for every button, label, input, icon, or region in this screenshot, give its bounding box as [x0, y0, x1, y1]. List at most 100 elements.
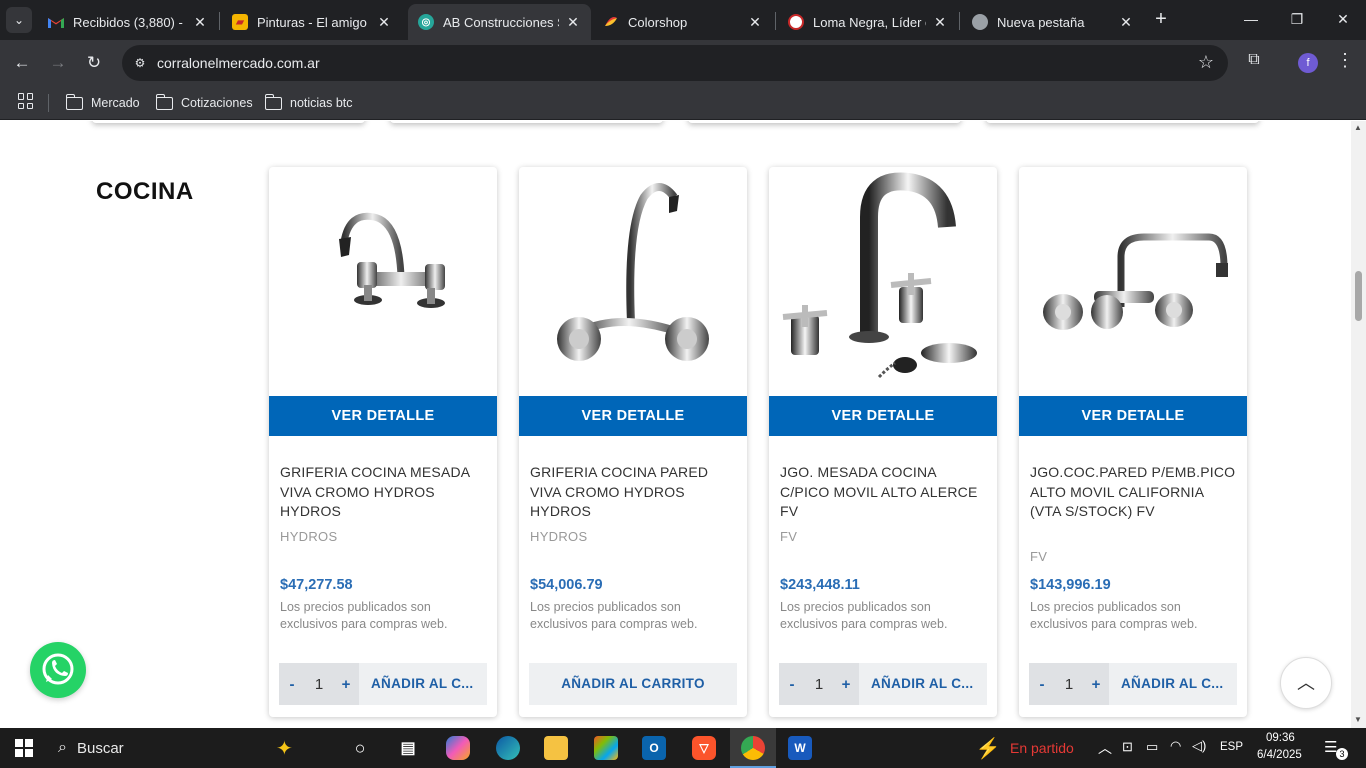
add-to-cart-button[interactable]: AÑADIR AL C... — [1121, 663, 1233, 705]
tab-pinturas[interactable]: ▰ Pinturas - El amigo ✕ — [222, 4, 402, 40]
globe-icon: ◎ — [418, 14, 434, 30]
decrease-quantity-button[interactable]: - — [1029, 676, 1055, 693]
edge-icon[interactable] — [496, 736, 520, 760]
profile-avatar[interactable]: f — [1298, 53, 1318, 73]
close-icon[interactable]: ✕ — [376, 14, 392, 31]
microsoft-store-icon[interactable] — [594, 736, 618, 760]
forward-button[interactable]: → — [46, 51, 70, 75]
close-icon[interactable]: ✕ — [1118, 14, 1134, 31]
bookmark-star-icon[interactable]: ☆ — [1198, 52, 1214, 73]
clock-time[interactable]: 09:36 — [1266, 732, 1295, 744]
tab-loma-negra[interactable]: Loma Negra, Líder en ✕ — [778, 4, 958, 40]
copilot-icon[interactable] — [446, 736, 470, 760]
meet-now-icon[interactable]: ⊡ — [1122, 739, 1133, 755]
battery-icon[interactable]: ▭ — [1146, 739, 1158, 755]
close-icon[interactable]: ✕ — [747, 14, 763, 31]
new-tab-button[interactable]: + — [1150, 8, 1172, 30]
decrease-quantity-button[interactable]: - — [779, 676, 805, 693]
increase-quantity-button[interactable]: + — [833, 676, 859, 693]
back-button[interactable]: ← — [10, 51, 34, 75]
close-icon[interactable]: ✕ — [565, 14, 581, 31]
add-to-cart-button[interactable]: AÑADIR AL CARRITO — [529, 663, 737, 705]
product-image[interactable] — [1019, 167, 1247, 396]
price-note: Los precios publicados son exclusivos pa… — [780, 600, 948, 631]
reload-button[interactable]: ↻ — [82, 51, 106, 75]
bookmark-cotizaciones[interactable]: Cotizaciones — [155, 93, 253, 113]
increase-quantity-button[interactable]: + — [1083, 676, 1109, 693]
increase-quantity-button[interactable]: + — [333, 676, 359, 693]
tab-gmail[interactable]: Recibidos (3,880) - fe ✕ — [38, 4, 218, 40]
add-to-cart-button[interactable]: AÑADIR AL C... — [871, 663, 983, 705]
product-image[interactable] — [519, 167, 747, 396]
ver-detalle-button[interactable]: VER DETALLE — [519, 396, 747, 436]
quantity-input[interactable]: 1 — [1055, 676, 1083, 693]
scroll-up-arrow[interactable]: ▲ — [1354, 123, 1362, 132]
windows-start-icon[interactable] — [12, 736, 36, 760]
scroll-down-arrow[interactable]: ▼ — [1354, 715, 1362, 724]
lomanegra-icon — [788, 14, 804, 30]
url-text[interactable]: corralonelmercado.com.ar — [157, 55, 320, 71]
tab-search-button[interactable]: ⌄ — [6, 7, 32, 33]
page-scrollbar[interactable]: ▲ ▼ — [1351, 121, 1366, 728]
clock-date[interactable]: 6/4/2025 — [1257, 749, 1302, 761]
tab-title: Loma Negra, Líder en — [813, 14, 926, 30]
product-name[interactable]: GRIFERIA COCINA PARED VIVA CROMO HYDROS … — [530, 463, 736, 522]
price-note: Los precios publicados son exclusivos pa… — [280, 600, 448, 631]
bookmark-mercado[interactable]: Mercado — [65, 93, 140, 113]
decrease-quantity-button[interactable]: - — [279, 676, 305, 693]
widgets-icon[interactable]: ▤ — [396, 736, 420, 760]
menu-icon[interactable]: ⋮ — [1336, 50, 1354, 71]
add-to-cart-button[interactable]: AÑADIR AL C... — [371, 663, 483, 705]
quantity-stepper: - 1 + — [779, 663, 859, 705]
task-view-icon[interactable]: ○ — [348, 736, 372, 760]
file-explorer-icon[interactable] — [544, 736, 568, 760]
brave-icon[interactable]: ▽ — [692, 736, 716, 760]
address-bar[interactable]: ⚙ corralonelmercado.com.ar ☆ — [122, 45, 1228, 81]
wifi-icon[interactable]: ◠ — [1170, 738, 1181, 754]
product-name[interactable]: JGO. MESADA COCINA C/PICO MOVIL ALTO ALE… — [780, 463, 986, 522]
ver-detalle-button[interactable]: VER DETALLE — [269, 396, 497, 436]
tab-colorshop[interactable]: Colorshop ✕ — [593, 4, 773, 40]
sports-score-icon[interactable]: ⚡ — [976, 736, 1001, 760]
taskbar-search[interactable]: ⌕ Buscar ✦ — [48, 728, 328, 768]
extensions-icon[interactable]: ⧉ — [1243, 51, 1265, 73]
product-price: $47,277.58 — [280, 577, 353, 593]
product-name[interactable]: GRIFERIA COCINA MESADA VIVA CROMO HYDROS… — [280, 463, 486, 522]
windows-taskbar: ⌕ Buscar ✦ ○ ▤ O ▽ W ⚡ En partido ︿ ⊡ ▭ … — [0, 728, 1366, 768]
notification-count: 3 — [1336, 748, 1348, 760]
restore-button[interactable]: ❐ — [1282, 8, 1312, 30]
tab-nueva-pestana[interactable]: Nueva pestaña ✕ — [962, 4, 1144, 40]
ver-detalle-button[interactable]: VER DETALLE — [1019, 396, 1247, 436]
ver-detalle-button[interactable]: VER DETALLE — [769, 396, 997, 436]
whatsapp-icon — [42, 653, 74, 685]
quantity-input[interactable]: 1 — [305, 676, 333, 693]
product-price: $143,996.19 — [1030, 577, 1111, 593]
add-to-cart-bar: - 1 + AÑADIR AL C... — [279, 663, 487, 705]
word-icon[interactable]: W — [788, 736, 812, 760]
volume-icon[interactable]: ◁) — [1192, 738, 1206, 754]
product-name[interactable]: JGO.COC.PARED P/EMB.PICO ALTO MOVIL CALI… — [1030, 463, 1236, 522]
show-hidden-icons[interactable]: ︿ — [1098, 738, 1112, 758]
bookmarks-bar: Mercado Cotizaciones noticias btc — [0, 86, 1366, 120]
product-price: $54,006.79 — [530, 577, 603, 593]
tab-title: Recibidos (3,880) - fe — [73, 14, 186, 30]
minimize-button[interactable]: — — [1236, 8, 1266, 30]
apps-icon[interactable] — [18, 93, 34, 109]
close-icon[interactable]: ✕ — [192, 14, 208, 31]
scrollbar-thumb[interactable] — [1355, 271, 1362, 321]
product-image[interactable] — [769, 167, 997, 396]
weather-label[interactable]: En partido — [1010, 740, 1074, 756]
scroll-to-top-button[interactable]: ︿ — [1280, 657, 1332, 709]
chrome-taskbar-button[interactable] — [730, 728, 776, 768]
quantity-input[interactable]: 1 — [805, 676, 833, 693]
whatsapp-button[interactable] — [30, 642, 86, 698]
close-icon[interactable]: ✕ — [932, 14, 948, 31]
tab-ab-construcciones[interactable]: ◎ AB Construcciones S. ✕ — [408, 4, 591, 40]
close-window-button[interactable]: ✕ — [1328, 8, 1358, 30]
bookmark-noticias-btc[interactable]: noticias btc — [264, 93, 353, 113]
product-image[interactable] — [269, 167, 497, 396]
site-settings-icon[interactable]: ⚙ — [130, 53, 150, 73]
price-note: Los precios publicados son exclusivos pa… — [1030, 600, 1198, 631]
outlook-icon[interactable]: O — [642, 736, 666, 760]
language-indicator[interactable]: ESP — [1220, 741, 1243, 753]
